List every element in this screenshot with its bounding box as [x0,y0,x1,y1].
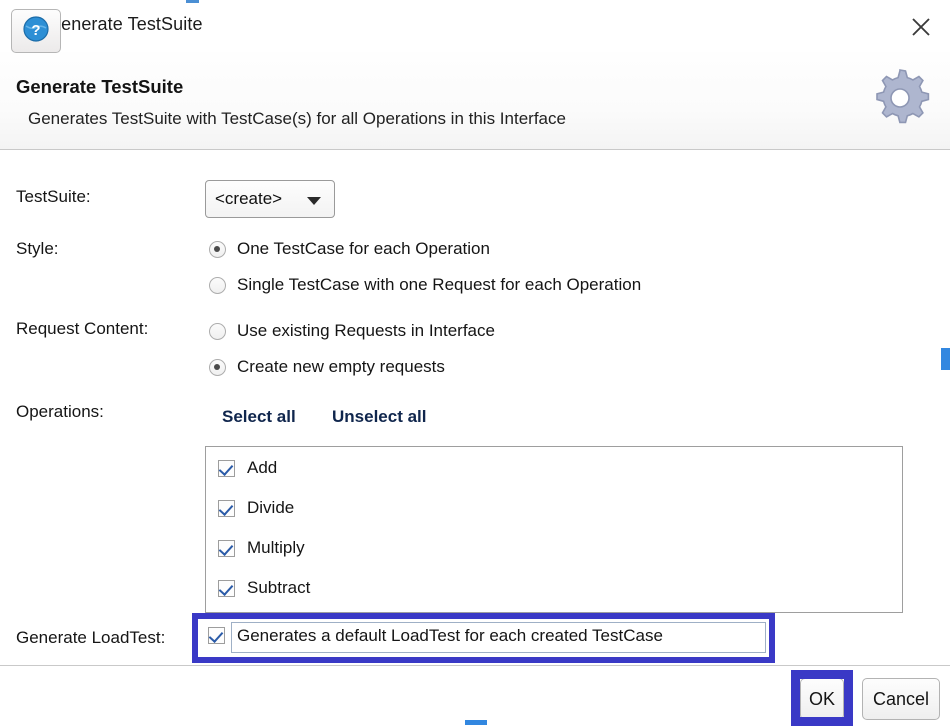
checkbox-indicator[interactable] [218,580,235,597]
checkbox-indicator[interactable] [218,540,235,557]
checkbox-indicator[interactable] [218,460,235,477]
radio-indicator [209,359,226,376]
help-button[interactable]: ? [11,9,61,53]
dialog-title: Generate TestSuite [47,14,203,35]
operations-listbox[interactable]: Add Divide Multiply Subtract [205,446,903,613]
list-item-label: Divide [247,498,294,518]
close-icon[interactable] [904,10,938,44]
list-item[interactable]: Subtract [218,575,310,601]
testsuite-select[interactable]: <create> [205,180,335,218]
capture-artifact-right [941,348,950,370]
radio-label: Single TestCase with one Request for eac… [237,275,641,295]
radio-create-new-empty-requests[interactable]: Create new empty requests [209,357,445,377]
radio-indicator [209,277,226,294]
list-item-label: Add [247,458,277,478]
list-item-label: Multiply [247,538,305,558]
radio-label: Use existing Requests in Interface [237,321,495,341]
list-item[interactable]: Divide [218,495,294,521]
header-subtitle: Generates TestSuite with TestCase(s) for… [28,109,566,129]
operations-label: Operations: [16,402,104,422]
radio-indicator [209,323,226,340]
testsuite-selected-value: <create> [215,189,282,209]
unselect-all-link[interactable]: Unselect all [332,407,427,427]
radio-indicator [209,241,226,258]
generate-loadtest-label: Generate LoadTest: [16,628,165,648]
radio-use-existing-requests[interactable]: Use existing Requests in Interface [209,321,495,341]
request-content-label: Request Content: [16,319,148,339]
style-label: Style: [16,239,59,259]
checkbox-indicator[interactable] [218,500,235,517]
capture-artifact-bottom [465,720,487,725]
radio-label: Create new empty requests [237,357,445,377]
gear-icon [864,62,936,134]
dialog-titlebar: Generate TestSuite [0,0,950,52]
help-icon: ? [21,14,51,49]
generate-testsuite-dialog: Generate TestSuite Generate TestSuite Ge… [0,0,950,726]
svg-text:?: ? [31,22,40,39]
chevron-down-icon [307,197,321,205]
dialog-header: Generate TestSuite Generates TestSuite w… [0,52,950,150]
radio-style-one-testcase-per-operation[interactable]: One TestCase for each Operation [209,239,490,259]
loadtest-highlight-annotation [192,613,775,663]
list-item[interactable]: Multiply [218,535,305,561]
radio-style-single-testcase[interactable]: Single TestCase with one Request for eac… [209,275,641,295]
testsuite-label: TestSuite: [16,187,91,207]
list-item-label: Subtract [247,578,310,598]
select-all-link[interactable]: Select all [222,407,296,427]
capture-artifact-top [186,0,199,3]
cancel-button[interactable]: Cancel [862,678,940,720]
ok-highlight-annotation [791,670,853,726]
list-item[interactable]: Add [218,455,277,481]
header-title: Generate TestSuite [16,76,183,98]
radio-label: One TestCase for each Operation [237,239,490,259]
